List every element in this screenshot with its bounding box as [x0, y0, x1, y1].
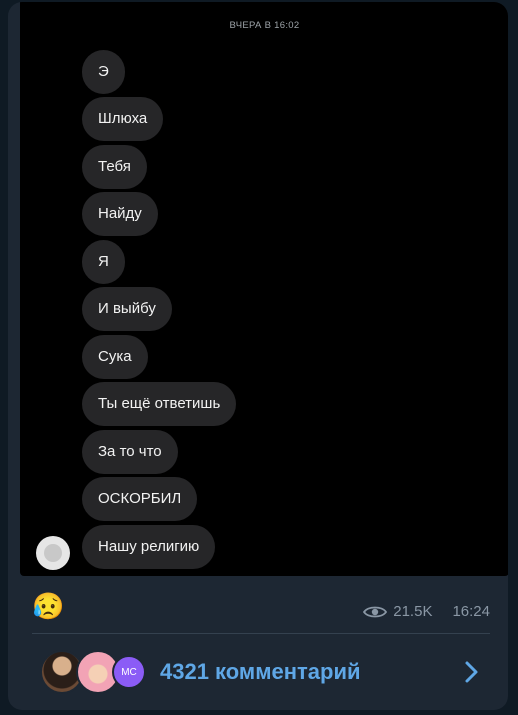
message-bubble: Шлюха	[82, 97, 164, 141]
divider	[32, 633, 490, 634]
message-bubble: ОСКОРБИЛ	[82, 477, 198, 521]
sender-avatar	[36, 536, 70, 570]
message-bubble: Ты ещё ответишь	[82, 382, 237, 426]
view-count: 21.5K	[393, 603, 433, 620]
commenter-avatars: MC	[40, 650, 150, 694]
chevron-right-icon[interactable]	[456, 657, 486, 687]
message-bubble: Найду	[82, 192, 158, 236]
comments-label[interactable]: 4321 комментарий	[160, 659, 361, 685]
message-bubble: Э	[82, 50, 125, 94]
eye-icon	[363, 606, 388, 617]
post-image[interactable]: ВЧЕРА В 16:02 Э Шлюха Тебя Найду Я И вый…	[20, 2, 508, 576]
message-bubble: И выйбу	[82, 287, 172, 331]
comments-button[interactable]: MC 4321 комментарий	[8, 642, 508, 702]
post-footer: 😥 21.5K 16:24	[8, 585, 508, 635]
message-bubble: Нашу религию	[82, 525, 216, 569]
post-time: 16:24	[452, 603, 490, 620]
message-bubble: Я	[82, 240, 125, 284]
date-separator: ВЧЕРА В 16:02	[229, 20, 300, 31]
reaction-emoji[interactable]: 😥	[32, 591, 64, 621]
message-bubble: За то что	[82, 430, 178, 474]
channel-post[interactable]: ВЧЕРА В 16:02 Э Шлюха Тебя Найду Я И вый…	[8, 2, 508, 710]
message-bubble: Тебя	[82, 145, 147, 189]
message-bubble: Сука	[82, 335, 148, 379]
post-meta: 21.5K 16:24	[363, 603, 490, 620]
avatar: MC	[112, 655, 146, 689]
